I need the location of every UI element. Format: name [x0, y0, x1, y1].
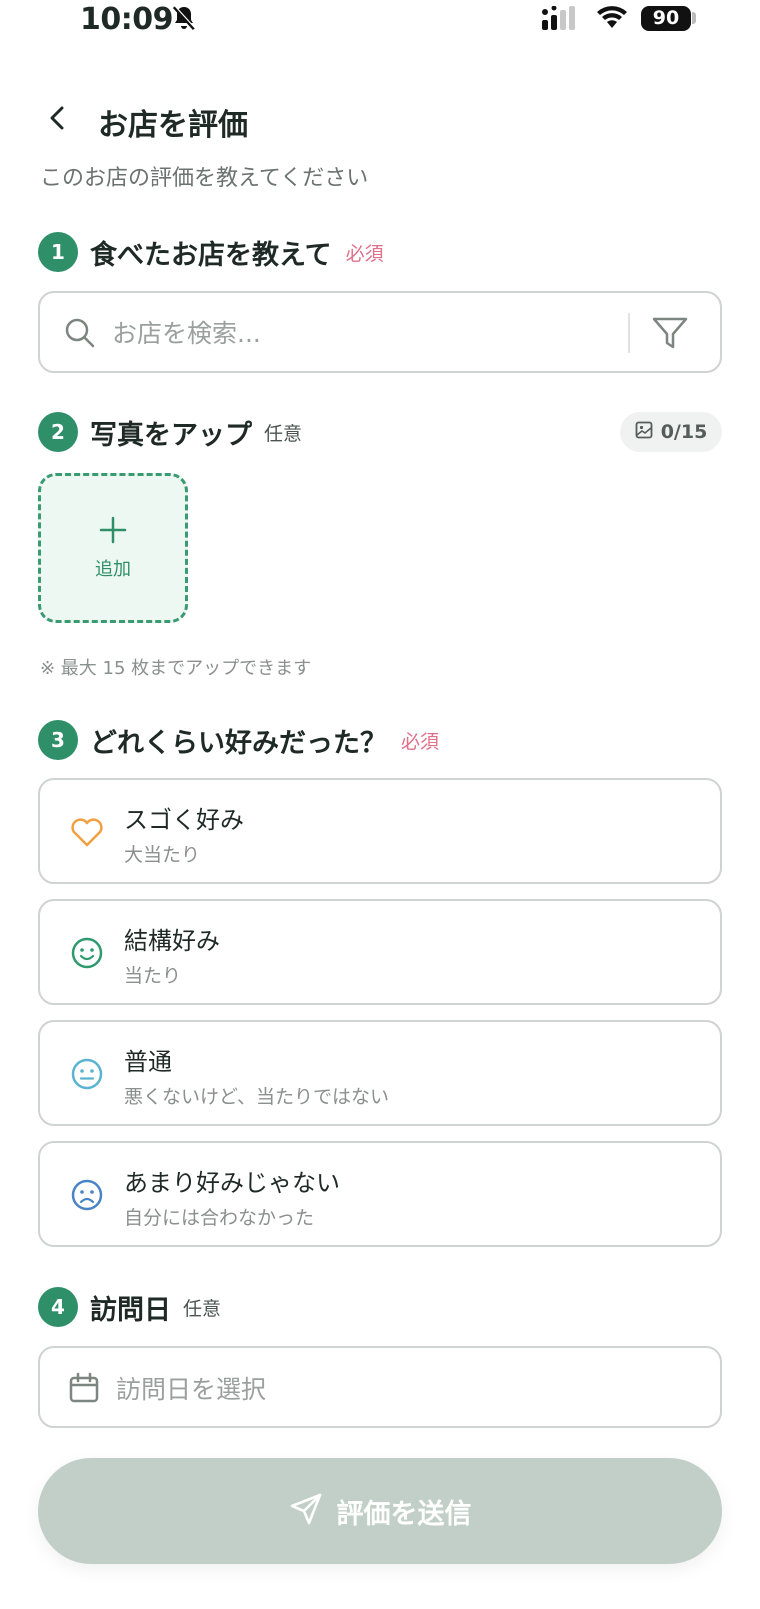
section-shop-header: 1 食べたお店を教えて 必須	[38, 232, 722, 272]
photo-count-text: 0/15	[660, 421, 708, 443]
heart-icon	[70, 815, 104, 853]
photo-count-badge: 0/15	[620, 412, 722, 452]
optional-tag: 任意	[264, 422, 303, 445]
option-description: 当たり	[124, 965, 182, 987]
required-tag: 必須	[401, 730, 440, 753]
option-label: 結構好み	[124, 927, 220, 955]
step-number: 4	[38, 1287, 78, 1327]
send-icon	[289, 1492, 323, 1530]
option-label: あまり好みじゃない	[124, 1169, 340, 1197]
section-title: 食べたお店を教えて	[90, 239, 332, 271]
calendar-icon	[68, 1372, 100, 1408]
photo-limit-note: ※ 最大 15 枚までアップできます	[40, 658, 312, 679]
page-subtitle: このお店の評価を教えてください	[40, 166, 369, 191]
bell-muted-icon	[172, 5, 196, 35]
search-divider	[628, 313, 630, 353]
optional-tag: 任意	[183, 1297, 222, 1320]
section-title: 訪問日	[90, 1294, 171, 1326]
submit-label: 評価を送信	[336, 1498, 472, 1530]
shop-search-box	[38, 291, 722, 373]
visit-date-picker[interactable]: 訪問日を選択	[38, 1346, 722, 1428]
frown-icon	[70, 1178, 104, 1216]
battery-indicator: 90	[641, 6, 691, 31]
shop-search-input[interactable]	[112, 313, 592, 353]
add-photo-label: 追加	[95, 559, 131, 580]
wifi-icon	[596, 6, 628, 34]
image-icon	[635, 421, 653, 444]
step-number: 3	[38, 720, 78, 760]
filter-icon[interactable]	[650, 313, 690, 357]
cellular-signal-icon	[542, 5, 578, 34]
option-description: 自分には合わなかった	[124, 1207, 315, 1229]
section-title: 写真をアップ	[90, 419, 252, 451]
submit-rating-button[interactable]: 評価を送信	[38, 1458, 722, 1564]
rating-option-neutral[interactable]: 普通 悪くないけど、当たりではない	[38, 1020, 722, 1126]
section-title: どれくらい好みだった？	[90, 727, 387, 759]
neutral-face-icon	[70, 1057, 104, 1095]
rating-option-like[interactable]: 結構好み 当たり	[38, 899, 722, 1005]
status-time: 10:09	[80, 2, 174, 37]
required-tag: 必須	[345, 242, 384, 265]
step-number: 2	[38, 412, 78, 452]
section-visit-date-header: 4 訪問日 任意	[38, 1287, 722, 1327]
status-bar: 10:09 90	[0, 0, 760, 40]
option-description: 悪くないけど、当たりではない	[124, 1086, 390, 1108]
rating-option-dislike[interactable]: あまり好みじゃない 自分には合わなかった	[38, 1141, 722, 1247]
option-label: 普通	[124, 1048, 172, 1076]
section-rating-header: 3 どれくらい好みだった？ 必須	[38, 720, 722, 760]
visit-date-placeholder: 訪問日を選択	[116, 1375, 267, 1404]
battery-tip	[692, 12, 696, 24]
plus-icon	[98, 515, 128, 549]
page-title: お店を評価	[98, 108, 248, 143]
rating-option-love[interactable]: スゴく好み 大当たり	[38, 778, 722, 884]
option-description: 大当たり	[124, 844, 201, 866]
option-label: スゴく好み	[124, 806, 244, 834]
smile-icon	[70, 936, 104, 974]
add-photo-button[interactable]: 追加	[38, 473, 188, 623]
back-arrow-icon[interactable]	[44, 104, 72, 136]
search-icon	[64, 317, 96, 353]
step-number: 1	[38, 232, 78, 272]
